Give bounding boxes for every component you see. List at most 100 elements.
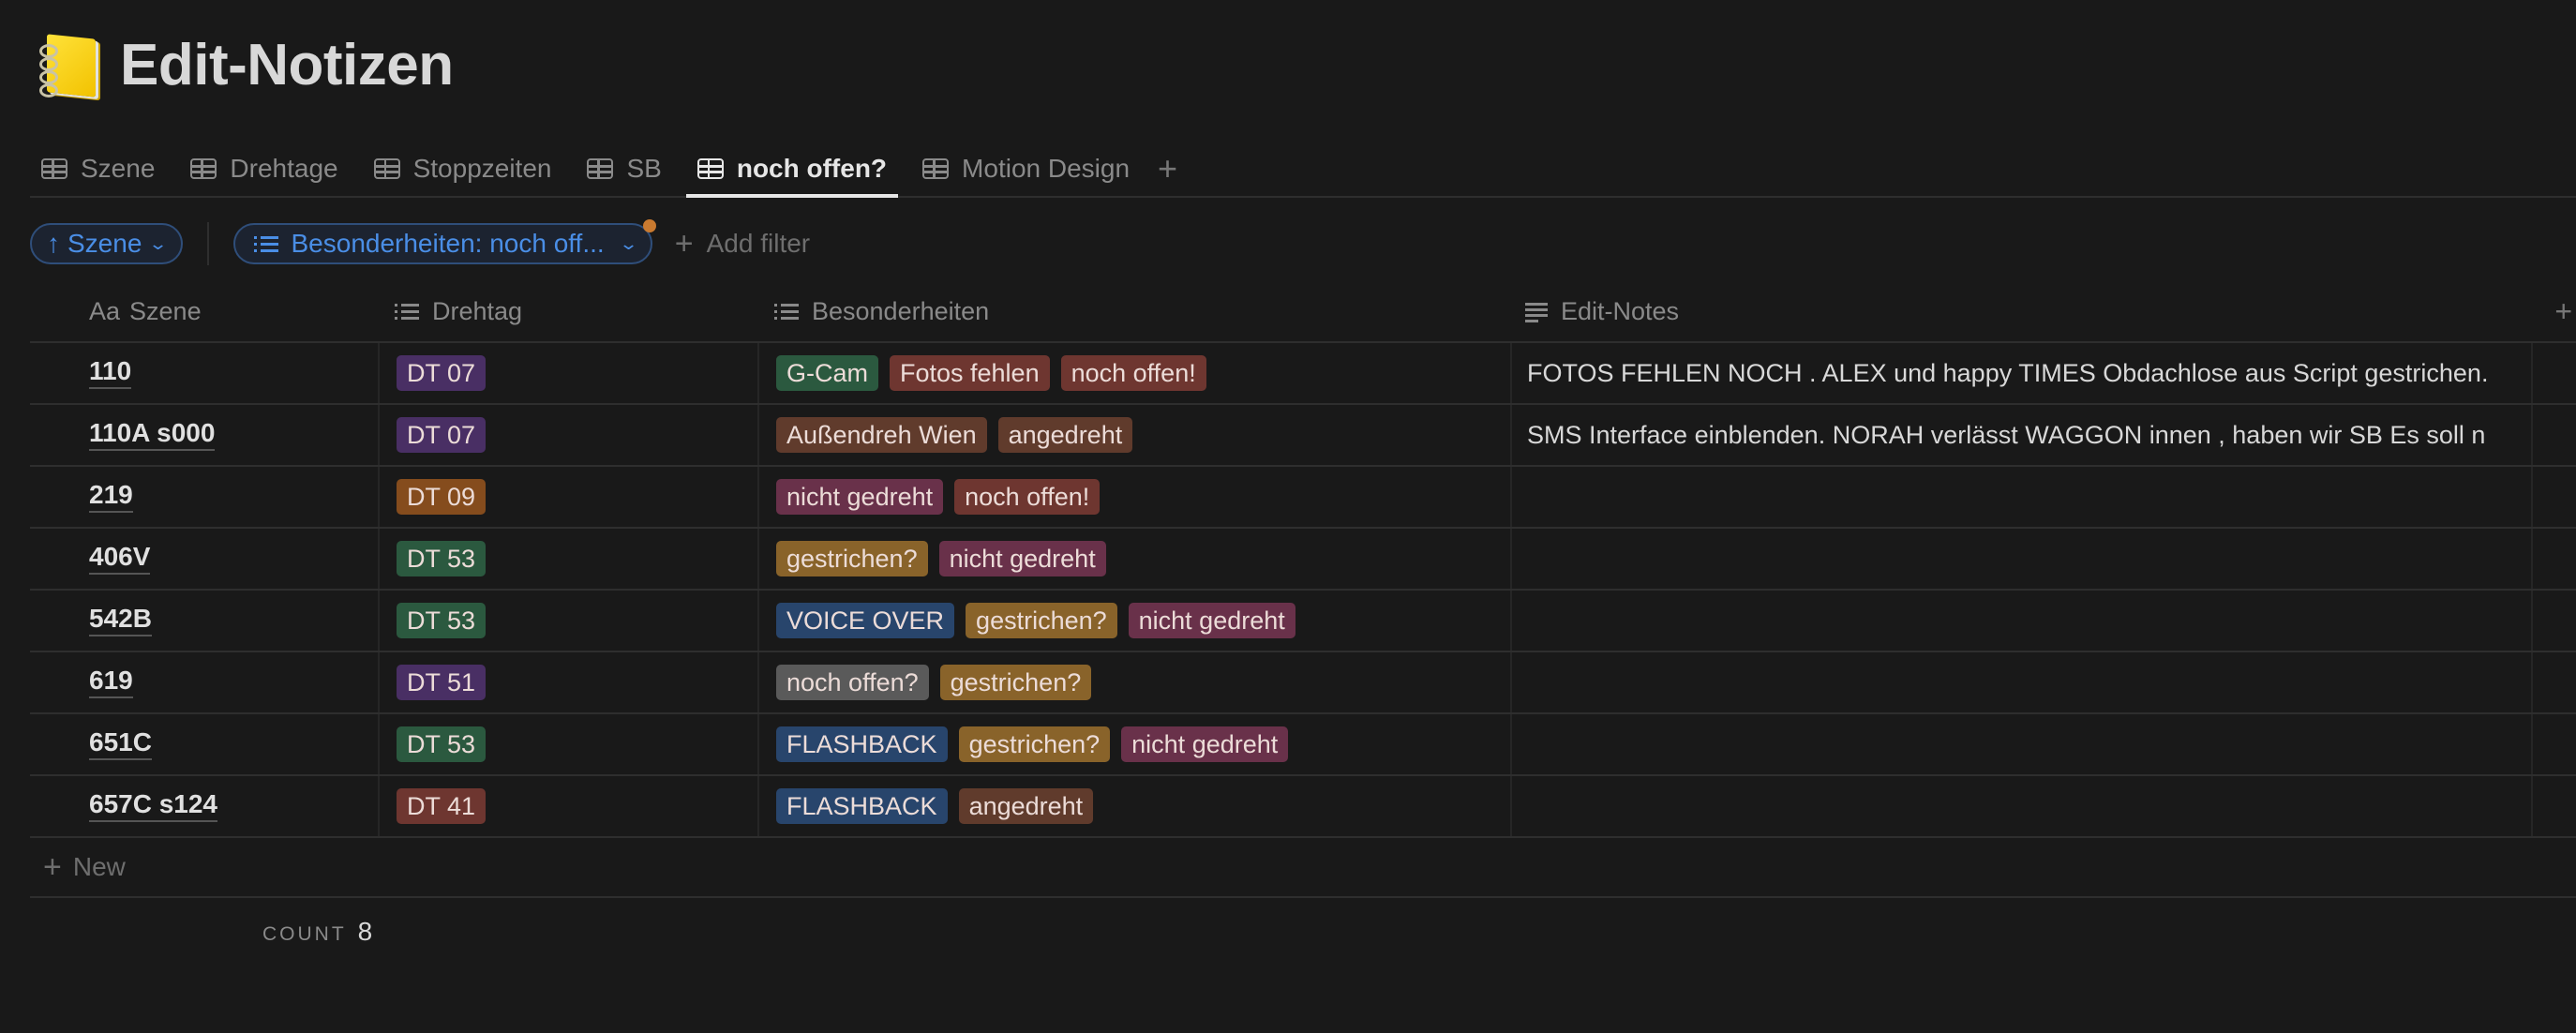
column-header-szene[interactable]: Aa Szene xyxy=(30,281,378,341)
cell-edit-notes[interactable]: SMS Interface einblenden. NORAH verlässt… xyxy=(1510,405,2531,465)
sort-label: Szene xyxy=(67,229,142,258)
scene-title-link[interactable]: 619 xyxy=(89,666,133,698)
spiral-notebook-icon[interactable] xyxy=(37,33,99,98)
besonderheit-tag: Fotos fehlen xyxy=(890,355,1050,391)
scene-title-link[interactable]: 651C xyxy=(89,727,152,760)
cell-edit-notes[interactable] xyxy=(1510,529,2531,589)
drehtag-tag: DT 53 xyxy=(397,726,487,762)
count-label: COUNT xyxy=(262,923,347,945)
besonderheit-tag: nicht gedreht xyxy=(1128,603,1295,638)
cell-empty xyxy=(2531,776,2576,836)
cell-szene[interactable]: 657C s124 xyxy=(30,776,378,836)
cell-empty xyxy=(2531,405,2576,465)
plus-icon: + xyxy=(674,225,694,262)
column-header-besonderheiten[interactable]: Besonderheiten xyxy=(757,281,1510,341)
scene-title-link[interactable]: 542B xyxy=(89,604,152,636)
table-icon xyxy=(190,158,217,179)
cell-drehtag[interactable]: DT 53 xyxy=(378,714,757,774)
cell-szene[interactable]: 110A s000 xyxy=(30,405,378,465)
edit-note-text: FOTOS FEHLEN NOCH . ALEX und happy TIMES… xyxy=(1527,358,2489,387)
add-column-button[interactable]: + xyxy=(2531,294,2576,329)
tab-noch-offen[interactable]: noch offen? xyxy=(685,141,899,198)
tab-szene[interactable]: Szene xyxy=(30,141,166,197)
table-row[interactable]: 110A s000 DT 07 Außendreh Wien angedreht SMS… xyxy=(30,405,2576,467)
chevron-down-icon: ⌄ xyxy=(148,233,169,253)
sort-pill[interactable]: ↑ Szene ⌄ xyxy=(30,223,183,264)
table-row[interactable]: 219 DT 09 nicht gedreht noch offen! xyxy=(30,467,2576,529)
cell-edit-notes[interactable] xyxy=(1510,591,2531,651)
tab-drehtage[interactable]: Drehtage xyxy=(179,141,349,197)
cell-drehtag[interactable]: DT 53 xyxy=(378,591,757,651)
cell-edit-notes[interactable] xyxy=(1510,652,2531,712)
cell-empty xyxy=(2531,652,2576,712)
table-row[interactable]: 619 DT 51 noch offen? gestrichen? xyxy=(30,652,2576,714)
table-icon xyxy=(922,158,950,179)
title-icon: Aa xyxy=(89,296,121,325)
cell-edit-notes[interactable]: FOTOS FEHLEN NOCH . ALEX und happy TIMES… xyxy=(1510,343,2531,403)
cell-szene[interactable]: 542B xyxy=(30,591,378,651)
table-row[interactable]: 542B DT 53 VOICE OVER gestrichen? nicht gedr… xyxy=(30,591,2576,652)
cell-besonderheiten[interactable]: G-Cam Fotos fehlen noch offen! xyxy=(757,343,1510,403)
table-row[interactable]: 657C s124 DT 41 FLASHBACK angedreht xyxy=(30,776,2576,838)
besonderheit-tag: nicht gedreht xyxy=(1121,726,1289,762)
table-icon xyxy=(41,158,67,179)
cell-besonderheiten[interactable]: noch offen? gestrichen? xyxy=(757,652,1510,712)
multi-select-icon xyxy=(774,302,799,321)
cell-drehtag[interactable]: DT 53 xyxy=(378,529,757,589)
besonderheit-tag: FLASHBACK xyxy=(776,788,948,824)
cell-edit-notes[interactable] xyxy=(1510,467,2531,527)
tab-sb[interactable]: SB xyxy=(576,141,672,197)
multi-select-icon xyxy=(395,302,419,321)
tab-stoppzeiten[interactable]: Stoppzeiten xyxy=(363,141,563,197)
besonderheit-tag: gestrichen? xyxy=(776,541,928,576)
table-row[interactable]: 651C DT 53 FLASHBACK gestrichen? nicht gedre… xyxy=(30,714,2576,776)
besonderheit-tag: nicht gedreht xyxy=(938,541,1106,576)
cell-besonderheiten[interactable]: gestrichen? nicht gedreht xyxy=(757,529,1510,589)
drehtag-tag: DT 41 xyxy=(397,788,487,824)
cell-besonderheiten[interactable]: nicht gedreht noch offen! xyxy=(757,467,1510,527)
besonderheit-tag: VOICE OVER xyxy=(776,603,955,638)
new-row-button[interactable]: + New xyxy=(30,838,2576,898)
cell-besonderheiten[interactable]: FLASHBACK gestrichen? nicht gedreht xyxy=(757,714,1510,774)
column-header-edit-notes[interactable]: Edit-Notes xyxy=(1510,281,2531,341)
table-row[interactable]: 406V DT 53 gestrichen? nicht gedreht xyxy=(30,529,2576,591)
cell-besonderheiten[interactable]: Außendreh Wien angedreht xyxy=(757,405,1510,465)
scene-title-link[interactable]: 110 xyxy=(89,356,132,389)
cell-drehtag[interactable]: DT 41 xyxy=(378,776,757,836)
cell-szene[interactable]: 110 xyxy=(30,343,378,403)
cell-szene[interactable]: 619 xyxy=(30,652,378,712)
tab-label: noch offen? xyxy=(736,154,888,183)
besonderheit-tag: G-Cam xyxy=(776,355,878,391)
scene-title-link[interactable]: 219 xyxy=(89,480,133,513)
cell-drehtag[interactable]: DT 09 xyxy=(378,467,757,527)
filter-pill-besonderheiten[interactable]: Besonderheiten: noch off... ⌄ xyxy=(232,219,656,264)
page-title[interactable]: Edit-Notizen xyxy=(120,32,454,98)
cell-szene[interactable]: 651C xyxy=(30,714,378,774)
table-row[interactable]: 110 DT 07 G-Cam Fotos fehlen noch offen! FOTO… xyxy=(30,343,2576,405)
column-label: Szene xyxy=(129,296,202,325)
cell-szene[interactable]: 406V xyxy=(30,529,378,589)
cell-empty xyxy=(2531,343,2576,403)
cell-besonderheiten[interactable]: VOICE OVER gestrichen? nicht gedreht xyxy=(757,591,1510,651)
cell-besonderheiten[interactable]: FLASHBACK angedreht xyxy=(757,776,1510,836)
cell-edit-notes[interactable] xyxy=(1510,714,2531,774)
tab-motion-design[interactable]: Motion Design xyxy=(911,141,1141,197)
besonderheit-tag: gestrichen? xyxy=(966,603,1117,638)
besonderheit-tag: FLASHBACK xyxy=(776,726,948,762)
count-summary[interactable]: COUNT 8 xyxy=(262,917,372,947)
cell-szene[interactable]: 219 xyxy=(30,467,378,527)
page-header: Edit-Notizen xyxy=(37,32,454,98)
add-view-button[interactable]: + xyxy=(1158,149,1177,188)
cell-drehtag[interactable]: DT 51 xyxy=(378,652,757,712)
tab-label: Stoppzeiten xyxy=(412,154,552,183)
drehtag-tag: DT 09 xyxy=(397,479,487,515)
scene-title-link[interactable]: 110A s000 xyxy=(89,418,216,451)
cell-edit-notes[interactable] xyxy=(1510,776,2531,836)
cell-drehtag[interactable]: DT 07 xyxy=(378,343,757,403)
cell-drehtag[interactable]: DT 07 xyxy=(378,405,757,465)
add-filter-button[interactable]: + Add filter xyxy=(675,226,810,262)
column-header-drehtag[interactable]: Drehtag xyxy=(378,281,757,341)
table-body: 110 DT 07 G-Cam Fotos fehlen noch offen! FOTO… xyxy=(30,343,2576,838)
scene-title-link[interactable]: 406V xyxy=(89,542,151,575)
scene-title-link[interactable]: 657C s124 xyxy=(89,789,218,822)
